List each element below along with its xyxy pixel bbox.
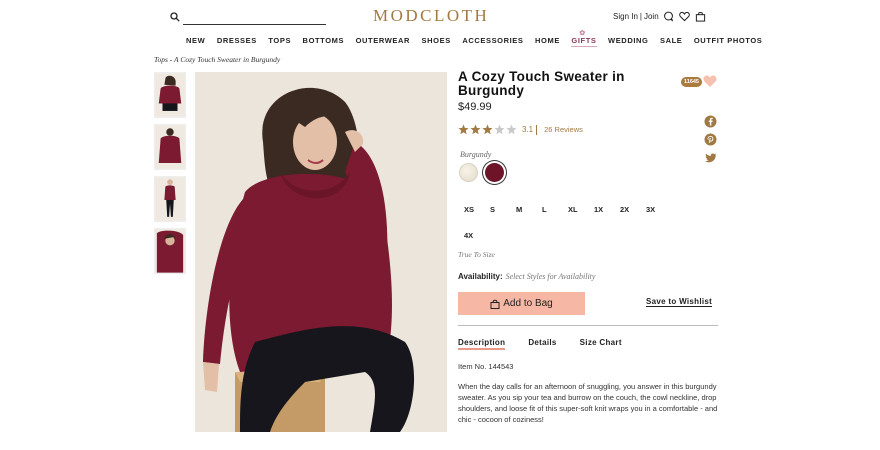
product-price: $49.99 [458, 101, 492, 113]
rating-value: 3.1 [522, 125, 534, 134]
size-option-xl[interactable]: XL [562, 196, 588, 222]
size-option-1x[interactable]: 1X [588, 196, 614, 222]
size-option-xs[interactable]: XS [458, 196, 484, 222]
site-header: MODCLOTH Sign In | Join [0, 0, 880, 32]
search-bar[interactable] [170, 11, 326, 25]
star-filled-icon [482, 124, 493, 135]
product-photo-icon [195, 72, 447, 432]
size-option-3x[interactable]: 3X [640, 196, 666, 222]
tab-details[interactable]: Details [528, 338, 556, 350]
availability-value: Select Styles for Availability [505, 272, 596, 281]
thumbnail-2[interactable] [154, 124, 186, 170]
save-to-wishlist-link[interactable]: Save to Wishlist [646, 297, 713, 307]
nav-outfit-photos[interactable]: OUTFIT PHOTOS [694, 36, 763, 45]
site-logo[interactable]: MODCLOTH [373, 6, 489, 26]
nav-new[interactable]: NEW [186, 36, 205, 45]
facebook-icon[interactable] [704, 115, 717, 128]
product-info-tabs: Description Details Size Chart [458, 338, 645, 350]
thumbnail-1[interactable] [154, 72, 186, 118]
breadcrumb[interactable]: Tops - A Cozy Touch Sweater in Burgundy [154, 55, 280, 64]
section-divider [458, 325, 718, 326]
account-links: Sign In | Join [613, 12, 659, 21]
size-option-4x[interactable]: 4X [458, 222, 484, 248]
favorite-heart-icon[interactable] [703, 74, 717, 88]
nav-sale[interactable]: SALE [660, 36, 682, 45]
color-swatch-burgundy[interactable] [485, 163, 504, 182]
nav-wedding[interactable]: WEDDING [608, 36, 648, 45]
size-option-l[interactable]: L [536, 196, 562, 222]
tab-size-chart[interactable]: Size Chart [580, 338, 622, 350]
favorites-count-badge: 11645 [681, 77, 702, 87]
size-option-m[interactable]: M [510, 196, 536, 222]
join-link[interactable]: Join [644, 12, 659, 21]
fit-note: True To Size [458, 250, 495, 259]
product-main-image[interactable] [195, 72, 447, 432]
reviews-link[interactable]: 26 Reviews [544, 125, 583, 134]
thumbnail-4[interactable] [154, 228, 186, 274]
size-option-s[interactable]: S [484, 196, 510, 222]
nav-gifts[interactable]: GIFTS [571, 36, 597, 47]
nav-bottoms[interactable]: BOTTOMS [303, 36, 345, 45]
nav-outerwear[interactable]: OUTERWEAR [356, 36, 410, 45]
product-description: When the day calls for an afternoon of s… [458, 382, 718, 424]
gift-bow-icon: ✿ [579, 30, 586, 37]
nav-tops[interactable]: TOPS [268, 36, 291, 45]
item-number: Item No. 144543 [458, 362, 514, 371]
thumbnail-image-icon [155, 177, 185, 221]
chat-icon[interactable] [663, 11, 674, 22]
availability: Availability: Select Styles for Availabil… [458, 272, 595, 281]
rating-divider [536, 124, 538, 135]
nav-dresses[interactable]: DRESSES [217, 36, 257, 45]
pinterest-icon[interactable] [704, 133, 717, 146]
thumbnail-image-icon [155, 125, 185, 169]
twitter-icon[interactable] [704, 151, 717, 164]
thumbnail-list [154, 72, 186, 280]
shopping-bag-icon[interactable] [695, 11, 706, 22]
color-swatch-cream[interactable] [459, 163, 478, 182]
thumbnail-3[interactable] [154, 176, 186, 222]
nav-gifts-wrap[interactable]: ✿ GIFTS [571, 30, 597, 47]
account-separator: | [639, 12, 642, 21]
tab-description[interactable]: Description [458, 338, 506, 350]
size-option-2x[interactable]: 2X [614, 196, 640, 222]
product-title: A Cozy Touch Sweater in Burgundy [458, 69, 625, 98]
heart-icon[interactable] [679, 11, 690, 22]
bag-icon [490, 299, 500, 309]
thumbnail-image-icon [155, 73, 185, 117]
header-icons [663, 11, 706, 22]
nav-shoes[interactable]: SHOES [422, 36, 451, 45]
color-label: Burgundy [460, 150, 492, 159]
star-filled-icon [470, 124, 481, 135]
share-buttons [704, 115, 717, 164]
nav-accessories[interactable]: ACCESSORIES [462, 36, 523, 45]
availability-label: Availability: [458, 272, 503, 281]
size-selector: XS S M L XL 1X 2X 3X 4X [458, 196, 678, 248]
star-empty-icon [506, 124, 517, 135]
thumbnail-image-icon [155, 229, 185, 273]
product-rating[interactable]: 3.1 26 Reviews [458, 124, 583, 135]
add-to-bag-button[interactable]: Add to Bag [458, 292, 585, 315]
add-to-bag-label: Add to Bag [503, 298, 553, 309]
star-empty-icon [494, 124, 505, 135]
search-icon[interactable] [170, 12, 180, 22]
star-filled-icon [458, 124, 469, 135]
main-nav: NEW DRESSES TOPS BOTTOMS OUTERWEAR SHOES… [186, 30, 774, 47]
sign-in-link[interactable]: Sign In [613, 12, 638, 21]
search-input[interactable] [183, 13, 326, 25]
nav-home[interactable]: HOME [535, 36, 560, 45]
